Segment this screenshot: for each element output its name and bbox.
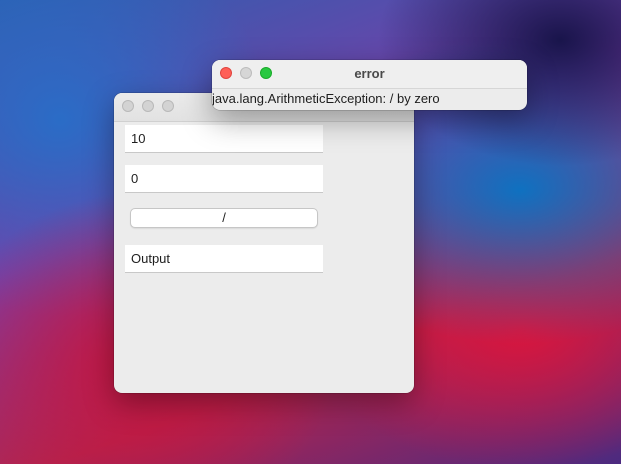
first-operand-input[interactable] xyxy=(125,125,323,153)
output-field: Output xyxy=(125,245,323,273)
error-dialog-titlebar[interactable]: error xyxy=(212,60,527,89)
calculator-window: / Output xyxy=(114,93,414,393)
desktop-background: / Output error java.lang.ArithmeticExcep… xyxy=(0,0,621,464)
error-dialog-title: error xyxy=(354,66,385,81)
window-controls xyxy=(122,100,174,112)
error-message: java.lang.ArithmeticException: / by zero xyxy=(212,91,440,106)
minimize-button[interactable] xyxy=(142,100,154,112)
close-button[interactable] xyxy=(122,100,134,112)
zoom-button[interactable] xyxy=(162,100,174,112)
error-dialog: error java.lang.ArithmeticException: / b… xyxy=(212,60,527,110)
second-operand-input[interactable] xyxy=(125,165,323,193)
divide-button[interactable]: / xyxy=(130,208,318,228)
